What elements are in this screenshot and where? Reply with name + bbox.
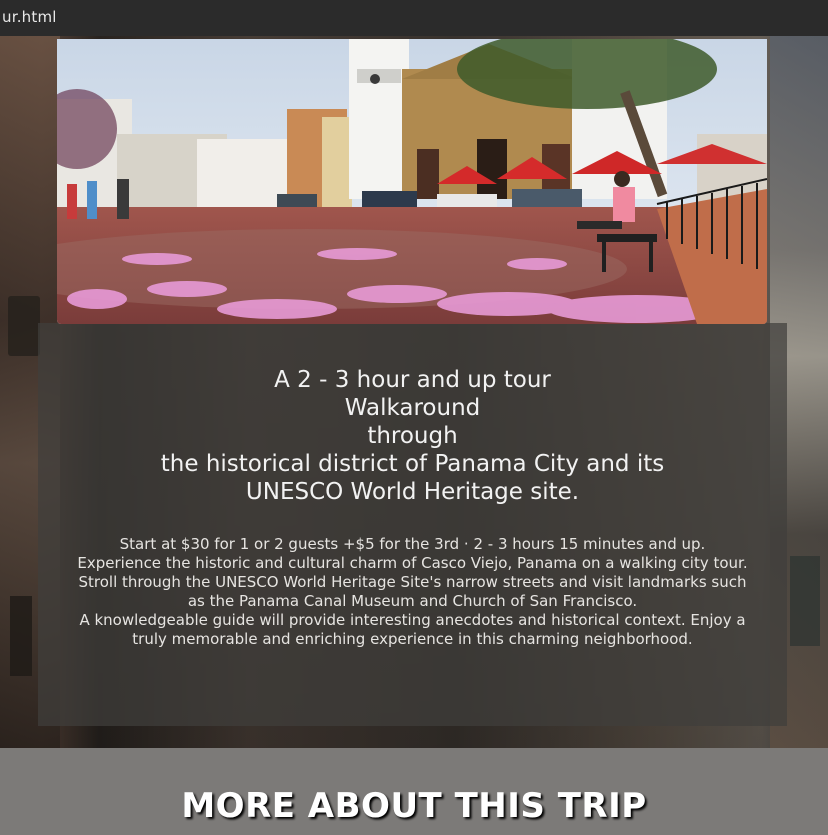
headline-line: Walkaround	[344, 395, 481, 421]
headline-line: UNESCO World Heritage site.	[245, 479, 580, 505]
section-title: MORE ABOUT THIS TRIP	[181, 786, 647, 826]
tour-description: Start at $30 for 1 or 2 guests +$5 for t…	[70, 535, 755, 649]
description-paragraph: A knowledgeable guide will provide inter…	[79, 611, 746, 648]
headline-line: through	[367, 423, 458, 449]
description-paragraph: Experience the historic and cultural cha…	[77, 554, 748, 610]
headline-line: the historical district of Panama City a…	[160, 451, 665, 477]
tab-title[interactable]: ur.html	[2, 8, 57, 26]
price-duration-text: Start at $30 for 1 or 2 guests +$5 for t…	[119, 535, 706, 553]
browser-tab-bar: ur.html	[0, 0, 828, 38]
headline-line: A 2 - 3 hour and up tour	[274, 367, 551, 393]
hero-photo	[57, 39, 767, 324]
tour-headline: A 2 - 3 hour and up tour Walkaround thro…	[38, 366, 787, 506]
